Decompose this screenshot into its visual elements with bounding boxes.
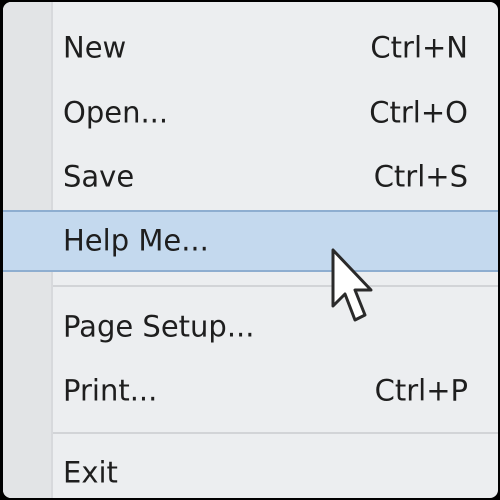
menu-item-label: Open... xyxy=(63,95,169,130)
menu-item-label: Save xyxy=(63,159,135,194)
menu-item-label: Print... xyxy=(63,373,158,408)
menu-item-shortcut: Ctrl+S xyxy=(373,159,468,194)
menu-item-shortcut: Ctrl+N xyxy=(370,30,468,65)
menu-item-new[interactable]: New Ctrl+N xyxy=(3,19,498,77)
arrow-pointer-icon xyxy=(331,248,373,322)
menu-item-shortcut: Ctrl+P xyxy=(374,373,468,408)
menu-item-label: Exit xyxy=(63,455,118,490)
menu-item-open[interactable]: Open... Ctrl+O xyxy=(3,84,498,142)
menu-item-exit[interactable]: Exit xyxy=(3,444,498,498)
menu-item-page-setup[interactable]: Page Setup... xyxy=(3,298,498,356)
menu-item-label: New xyxy=(63,30,127,65)
menu-item-save[interactable]: Save Ctrl+S xyxy=(3,148,498,206)
menu-item-print[interactable]: Print... Ctrl+P xyxy=(3,362,498,420)
menu-separator xyxy=(53,432,498,434)
menu-item-help-me[interactable]: Help Me... xyxy=(3,210,498,272)
menu-item-label: Page Setup... xyxy=(63,309,255,344)
menu-item-shortcut: Ctrl+O xyxy=(369,95,468,130)
file-menu: New Ctrl+N Open... Ctrl+O Save Ctrl+S He… xyxy=(3,2,498,498)
menu-separator xyxy=(53,285,498,287)
menu-item-label: Help Me... xyxy=(63,223,209,258)
